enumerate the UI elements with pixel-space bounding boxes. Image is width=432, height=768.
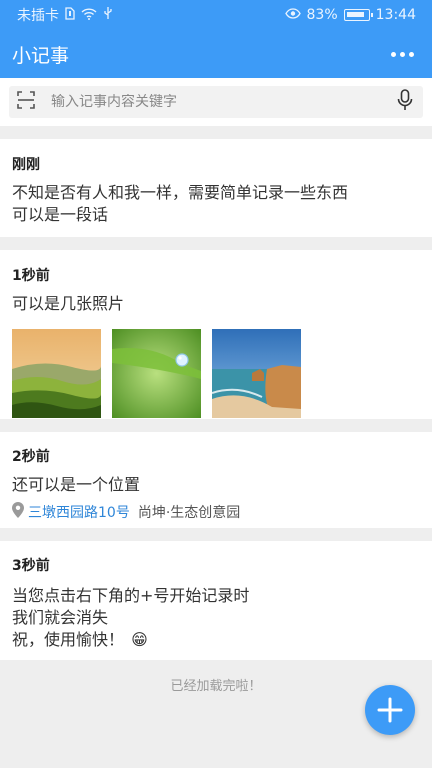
note-text: 祝，使用愉快！	[12, 630, 125, 649]
plus-icon	[377, 697, 403, 723]
status-bar: 未插卡 83% 13:44	[0, 0, 432, 30]
search-bar-container	[0, 78, 432, 126]
note-card[interactable]: 刚刚 不知是否有人和我一样，需要简单记录一些东西 可以是一段话	[0, 139, 432, 237]
note-text: 我们就会消失	[12, 608, 109, 627]
note-text: 当您点击右下角的+号开始记录时	[12, 586, 250, 605]
location-place: 尚坤·生态创意园	[137, 505, 241, 521]
note-time: 1秒前	[12, 268, 50, 284]
app-header: 未插卡 83% 13:44 小记事	[0, 0, 432, 78]
usb-icon	[103, 7, 113, 23]
clock: 13:44	[375, 7, 416, 23]
note-time: 2秒前	[12, 449, 50, 465]
note-time: 刚刚	[12, 157, 40, 173]
photo-row	[12, 329, 432, 418]
app-title: 小记事	[12, 44, 70, 67]
note-text: 还可以是一个位置	[12, 475, 141, 494]
carrier-label: 未插卡	[17, 8, 59, 24]
note-card[interactable]: 2秒前 还可以是一个位置 三墩西园路10号 尚坤·生态创意园	[0, 432, 432, 528]
location-address-link[interactable]: 三墩西园路10号	[28, 502, 130, 522]
location-pin-icon	[12, 502, 24, 522]
note-text: 可以是一段话	[12, 205, 109, 224]
search-bar	[9, 86, 423, 118]
toolbar: 小记事	[0, 30, 432, 78]
microphone-icon[interactable]	[397, 89, 413, 115]
search-input[interactable]	[51, 94, 397, 110]
add-note-button[interactable]	[365, 685, 415, 735]
photo-thumbnail[interactable]	[212, 329, 301, 418]
note-card[interactable]: 3秒前 当您点击右下角的+号开始记录时 我们就会消失 祝，使用愉快！ 😁	[0, 541, 432, 660]
note-text-line: 祝，使用愉快！ 😁	[12, 629, 432, 651]
photo-thumbnail[interactable]	[12, 329, 101, 418]
photo-thumbnail[interactable]	[112, 329, 201, 418]
sim-icon	[65, 7, 75, 23]
note-text: 可以是几张照片	[12, 294, 125, 313]
battery-percent: 83%	[306, 7, 338, 23]
location-row[interactable]: 三墩西园路10号 尚坤·生态创意园	[12, 502, 432, 522]
wifi-icon	[81, 7, 97, 23]
scan-icon[interactable]	[17, 91, 35, 113]
more-menu-icon[interactable]	[387, 44, 418, 65]
grin-emoji: 😁	[131, 630, 148, 649]
note-time: 3秒前	[12, 558, 50, 574]
load-complete-text: 已经加载完啦！	[170, 679, 262, 694]
note-card[interactable]: 1秒前 可以是几张照片	[0, 250, 432, 419]
note-text: 不知是否有人和我一样，需要简单记录一些东西	[12, 183, 349, 202]
eye-icon	[284, 8, 301, 22]
battery-icon	[343, 9, 373, 21]
